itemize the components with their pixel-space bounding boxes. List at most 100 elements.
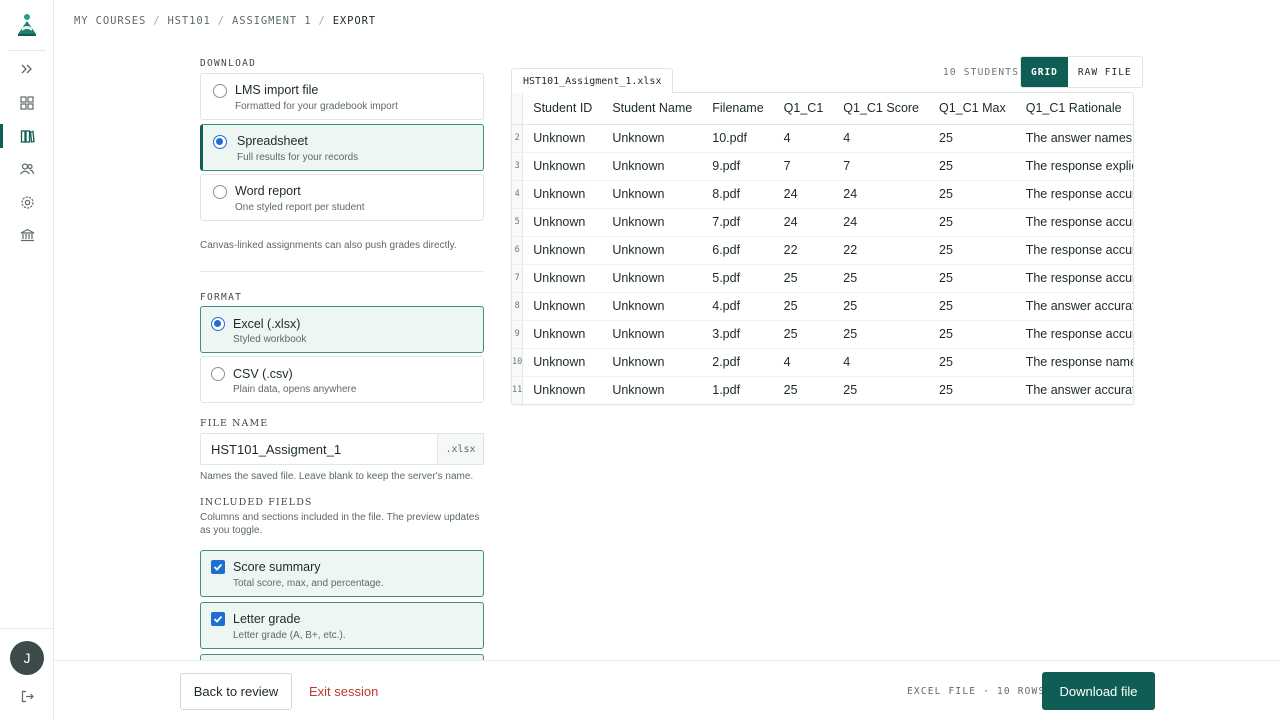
table-cell[interactable]: 25: [929, 180, 1016, 209]
table-cell[interactable]: 24: [833, 180, 930, 209]
breadcrumb-assignment[interactable]: ASSIGMENT 1: [232, 15, 311, 27]
table-cell[interactable]: 25: [929, 348, 1016, 377]
table-cell[interactable]: 22: [833, 236, 930, 265]
table-cell[interactable]: The answer accurately id: [1015, 292, 1133, 321]
table-cell[interactable]: 25: [929, 152, 1016, 181]
checkbox-score-summary[interactable]: [211, 560, 225, 574]
institution-icon[interactable]: [17, 225, 37, 245]
table-cell[interactable]: Unknown: [602, 236, 703, 265]
radio-csv[interactable]: [211, 367, 225, 381]
table-cell[interactable]: 25: [833, 376, 929, 404]
table-cell[interactable]: 8.pdf: [702, 180, 774, 209]
table-cell[interactable]: 25: [773, 320, 834, 349]
table-cell[interactable]: 22: [773, 236, 834, 265]
table-cell[interactable]: 25: [929, 320, 1016, 349]
radio-word[interactable]: [213, 185, 227, 199]
table-cell[interactable]: Unknown: [602, 348, 703, 377]
table-cell[interactable]: 25: [833, 264, 930, 293]
table-cell[interactable]: 4: [833, 348, 930, 377]
table-cell[interactable]: 1.pdf: [702, 376, 773, 404]
table-cell[interactable]: 25: [929, 376, 1016, 404]
back-to-review-button[interactable]: Back to review: [180, 673, 292, 710]
table-cell[interactable]: 24: [833, 208, 930, 237]
logout-icon[interactable]: [17, 686, 37, 706]
settings-icon[interactable]: [17, 192, 37, 212]
table-cell[interactable]: The answer names milita: [1015, 124, 1133, 153]
radio-spreadsheet[interactable]: [213, 135, 227, 149]
table-cell[interactable]: Unknown: [602, 320, 703, 349]
avatar[interactable]: J: [10, 641, 44, 675]
download-option-spreadsheet[interactable]: Spreadsheet Full results for your record…: [200, 124, 484, 171]
format-option-excel[interactable]: Excel (.xlsx) Styled workbook: [200, 306, 484, 353]
table-cell[interactable]: 24: [773, 208, 834, 237]
table-cell[interactable]: Unknown: [522, 348, 603, 377]
table-cell[interactable]: 25: [929, 124, 1016, 153]
table-cell[interactable]: Unknown: [602, 152, 703, 181]
table-cell[interactable]: 7.pdf: [702, 208, 774, 237]
table-cell[interactable]: 7: [833, 152, 930, 181]
exit-session-link[interactable]: Exit session: [309, 684, 378, 699]
table-cell[interactable]: Unknown: [522, 292, 603, 321]
table-cell[interactable]: 7: [773, 152, 834, 181]
file-name-input[interactable]: [201, 434, 437, 464]
spreadsheet-preview[interactable]: Student ID Student Name Filename Q1_C1 Q…: [511, 92, 1134, 405]
table-cell[interactable]: Unknown: [522, 236, 603, 265]
table-cell[interactable]: Unknown: [522, 208, 603, 237]
table-cell[interactable]: The response accurately: [1015, 236, 1133, 265]
table-cell[interactable]: 25: [929, 236, 1016, 265]
table-cell[interactable]: 25: [833, 320, 930, 349]
table-cell[interactable]: 5.pdf: [702, 264, 774, 293]
table-cell[interactable]: The answer accurately id: [1016, 376, 1133, 404]
table-cell[interactable]: 4.pdf: [702, 292, 774, 321]
table-cell[interactable]: 3.pdf: [702, 320, 774, 349]
format-option-csv[interactable]: CSV (.csv) Plain data, opens anywhere: [200, 356, 484, 403]
view-raw-button[interactable]: RAW FILE: [1067, 57, 1142, 87]
table-cell[interactable]: Unknown: [522, 180, 603, 209]
checkbox-letter-grade[interactable]: [211, 612, 225, 626]
table-cell[interactable]: 25: [833, 292, 930, 321]
table-cell[interactable]: 4: [833, 124, 930, 153]
table-cell[interactable]: 25: [929, 292, 1016, 321]
table-cell[interactable]: Unknown: [602, 124, 703, 153]
table-cell[interactable]: 9.pdf: [702, 152, 774, 181]
breadcrumb-my-courses[interactable]: MY COURSES: [74, 15, 146, 27]
table-cell[interactable]: 25: [929, 264, 1016, 293]
expand-icon[interactable]: [17, 59, 37, 79]
download-option-lms[interactable]: LMS import file Formatted for your grade…: [200, 73, 484, 120]
table-cell[interactable]: Unknown: [522, 124, 603, 153]
table-cell[interactable]: The response explicitly na: [1015, 152, 1133, 181]
table-cell[interactable]: Unknown: [522, 264, 603, 293]
field-option-letter-grade[interactable]: Letter grade Letter grade (A, B+, etc.).: [200, 602, 484, 649]
users-icon[interactable]: [17, 159, 37, 179]
table-cell[interactable]: Unknown: [602, 264, 703, 293]
dashboard-icon[interactable]: [17, 93, 37, 113]
table-cell[interactable]: The response names the: [1015, 348, 1133, 377]
table-cell[interactable]: Unknown: [522, 152, 603, 181]
download-file-button[interactable]: Download file: [1042, 672, 1155, 710]
radio-excel[interactable]: [211, 317, 225, 331]
table-cell[interactable]: 6.pdf: [702, 236, 774, 265]
table-cell[interactable]: 4: [773, 348, 834, 377]
table-cell[interactable]: The response accurately: [1015, 208, 1133, 237]
table-cell[interactable]: The response accurately: [1015, 264, 1133, 293]
file-tab[interactable]: HST101_Assigment_1.xlsx: [511, 68, 674, 93]
table-cell[interactable]: The response accurately: [1015, 320, 1133, 349]
field-option-score-summary[interactable]: Score summary Total score, max, and perc…: [200, 550, 484, 597]
table-cell[interactable]: Unknown: [602, 180, 703, 209]
table-cell[interactable]: Unknown: [602, 292, 703, 321]
table-cell[interactable]: The response accurately: [1015, 180, 1133, 209]
table-cell[interactable]: Unknown: [602, 376, 702, 404]
radio-lms[interactable]: [213, 84, 227, 98]
download-option-word[interactable]: Word report One styled report per studen…: [200, 174, 484, 221]
table-cell[interactable]: 2.pdf: [702, 348, 774, 377]
table-cell[interactable]: 25: [773, 264, 834, 293]
table-cell[interactable]: 25: [929, 208, 1016, 237]
courses-icon[interactable]: [17, 126, 37, 146]
table-cell[interactable]: Unknown: [523, 376, 603, 404]
table-cell[interactable]: 25: [773, 292, 834, 321]
view-grid-button[interactable]: GRID: [1021, 57, 1068, 87]
table-cell[interactable]: 25: [774, 376, 834, 404]
breadcrumb-course[interactable]: HST101: [167, 15, 210, 27]
table-cell[interactable]: 10.pdf: [702, 124, 774, 153]
table-cell[interactable]: Unknown: [522, 320, 603, 349]
